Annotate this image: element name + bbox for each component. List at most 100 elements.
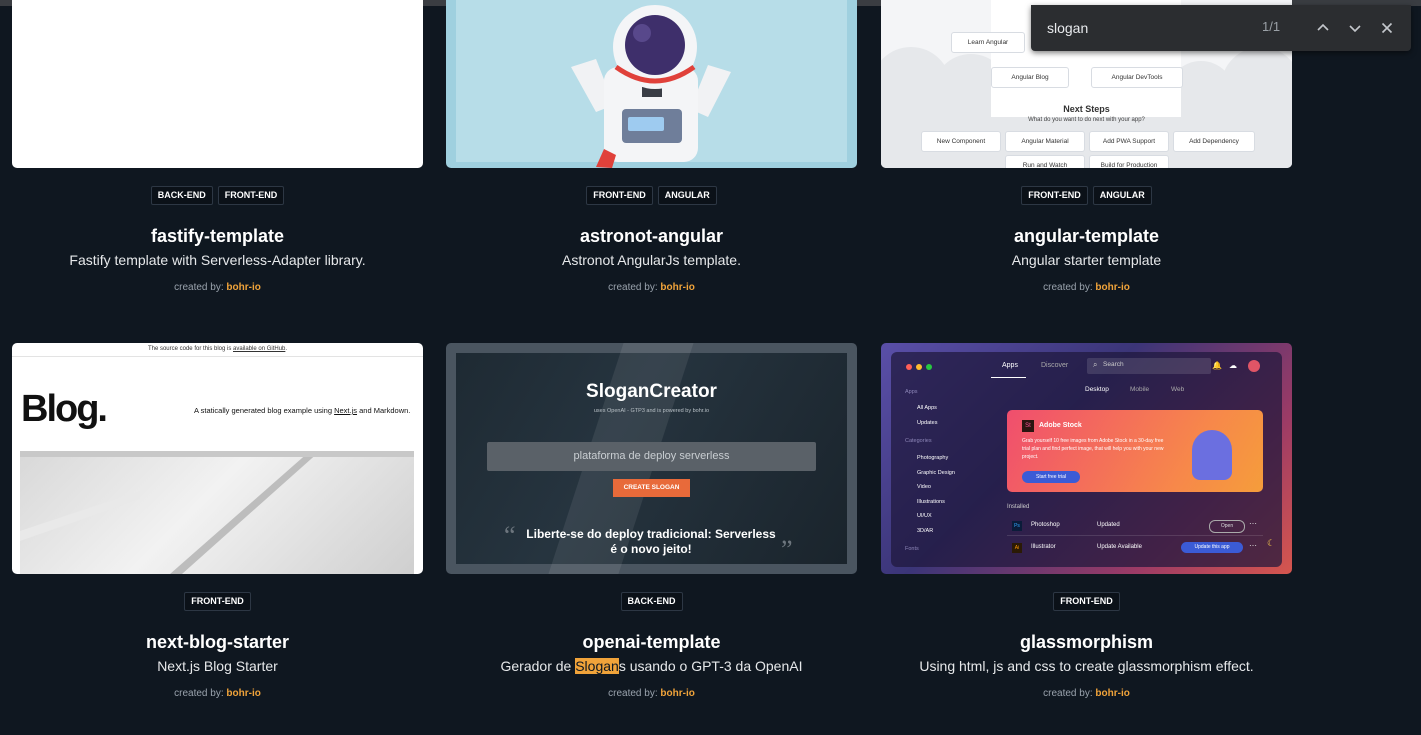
sidebar-item-uiux[interactable]: UI/UX (917, 513, 932, 519)
tag-list: FRONT-END ANGULAR (881, 186, 1292, 205)
tag-list: FRONT-END (881, 592, 1292, 611)
card-thumbnail[interactable] (12, 0, 423, 168)
installed-row-illustrator: Ai Illustrator Update Available Update t… (1007, 540, 1263, 557)
open-button[interactable]: Open (1209, 520, 1245, 533)
create-slogan-button[interactable]: CREATE SLOGAN (613, 479, 690, 497)
created-by-label: created by: (174, 282, 224, 293)
action-run-watch[interactable]: Run and Watch (1005, 155, 1085, 168)
slogan-creator-subheading: uses OpenAI - GTP3 and is powered by boh… (593, 408, 710, 414)
close-find-button[interactable] (1375, 16, 1399, 40)
chevron-up-icon (1317, 23, 1329, 31)
more-icon[interactable]: ⋯ (1249, 541, 1257, 550)
tag-list: FRONT-END ANGULAR (446, 186, 857, 205)
avatar[interactable] (1248, 360, 1260, 372)
tab-apps-underline (991, 377, 1026, 378)
sidebar-item-illustrations[interactable]: Illustrations (917, 499, 945, 505)
link-angular-devtools[interactable]: Angular DevTools (1091, 67, 1183, 88)
sidebar-item-graphic-design[interactable]: Graphic Design (917, 470, 955, 476)
link-learn-angular[interactable]: Learn Angular (951, 32, 1025, 53)
tag-frontend[interactable]: FRONT-END (184, 592, 251, 611)
card-description: Using html, js and css to create glassmo… (919, 658, 1254, 674)
card-description: Gerador de Slogans usando o GPT-3 da Ope… (446, 658, 857, 674)
author-link[interactable]: bohr-io (660, 688, 694, 699)
subtab-mobile[interactable]: Mobile (1130, 386, 1149, 393)
card-author: created by: bohr-io (881, 688, 1292, 699)
sidebar-item-video[interactable]: Video (917, 484, 931, 490)
tab-apps[interactable]: Apps (1002, 362, 1018, 369)
banner-title: Adobe Stock (1039, 422, 1082, 429)
card-thumbnail[interactable]: SloganCreator uses OpenAI - GTP3 and is … (446, 343, 857, 574)
author-link[interactable]: bohr-io (1095, 282, 1129, 293)
close-icon (1381, 22, 1393, 34)
sidebar-item-updates[interactable]: Updates (917, 420, 938, 426)
link-angular-blog[interactable]: Angular Blog (991, 67, 1069, 88)
tag-frontend[interactable]: FRONT-END (1053, 592, 1120, 611)
sidebar-item-photography[interactable]: Photography (917, 455, 948, 461)
close-quote: ” (781, 535, 793, 564)
banner-text: Grab yourself 10 free images from Adobe … (1022, 438, 1164, 460)
photoshop-icon: Ps (1012, 521, 1022, 531)
more-icon[interactable]: ⋯ (1249, 519, 1257, 528)
action-add-dependency[interactable]: Add Dependency (1173, 131, 1255, 152)
author-link[interactable]: bohr-io (1095, 688, 1129, 699)
update-app-button[interactable]: Update this app (1181, 542, 1243, 553)
card-title[interactable]: next-blog-starter (12, 632, 423, 653)
notice-divider (12, 356, 423, 357)
tab-discover[interactable]: Discover (1041, 362, 1068, 369)
tag-backend[interactable]: BACK-END (150, 186, 213, 205)
card-author: created by: bohr-io (12, 688, 423, 699)
find-highlight: Slogan (575, 658, 619, 674)
slogan-input[interactable]: plataforma de deploy serverless (487, 442, 816, 471)
sidebar-heading-apps: Apps (905, 389, 918, 395)
bell-icon[interactable]: 🔔 (1212, 361, 1222, 370)
tag-frontend[interactable]: FRONT-END (217, 186, 285, 205)
card-title[interactable]: angular-template (881, 226, 1292, 247)
find-match-count: 1/1 (1262, 19, 1281, 34)
card-thumbnail[interactable] (446, 0, 857, 168)
subtab-web[interactable]: Web (1171, 386, 1184, 393)
card-thumbnail[interactable]: Apps Discover ⌕ Search 🔔 ☁ Desktop Mobil… (881, 343, 1292, 574)
card-title[interactable]: glassmorphism (881, 632, 1292, 653)
tag-frontend[interactable]: FRONT-END (1021, 186, 1088, 205)
author-link[interactable]: bohr-io (660, 282, 694, 293)
sidebar-item-all-apps[interactable]: All Apps (917, 405, 937, 411)
card-description: Next.js Blog Starter (157, 658, 278, 674)
next-match-button[interactable] (1343, 16, 1367, 40)
card-description: Angular starter template (1011, 252, 1162, 268)
card-thumbnail[interactable]: The source code for this blog is availab… (12, 343, 423, 574)
find-input[interactable] (1045, 17, 1249, 39)
tag-angular[interactable]: ANGULAR (657, 186, 717, 205)
tag-angular[interactable]: ANGULAR (1092, 186, 1152, 205)
github-link[interactable]: available on GitHub (233, 346, 285, 352)
author-link[interactable]: bohr-io (226, 688, 260, 699)
sidebar-heading-categories: Categories (905, 438, 932, 444)
action-new-component[interactable]: New Component (921, 131, 1001, 152)
start-trial-button[interactable]: Start free trial (1022, 471, 1080, 483)
adobe-stock-banner: St Adobe Stock Grab yourself 10 free ima… (1007, 410, 1263, 492)
action-pwa-support[interactable]: Add PWA Support (1089, 131, 1169, 152)
action-angular-material[interactable]: Angular Material (1005, 131, 1085, 152)
source-notice: The source code for this blog is availab… (147, 346, 288, 352)
search-box[interactable]: ⌕ Search (1087, 358, 1211, 374)
next-steps-subheading: What do you want to do next with your ap… (1028, 117, 1145, 123)
window-dot-yellow (916, 364, 922, 370)
subtab-desktop[interactable]: Desktop (1085, 386, 1109, 393)
card-title[interactable]: fastify-template (12, 226, 423, 247)
open-quote: “ (504, 521, 516, 550)
author-link[interactable]: bohr-io (226, 282, 260, 293)
search-placeholder: Search (1103, 361, 1124, 368)
tag-backend[interactable]: BACK-END (620, 592, 683, 611)
tag-frontend[interactable]: FRONT-END (586, 186, 653, 205)
moon-icon[interactable]: ☾ (1267, 538, 1275, 549)
window-dot-green (926, 364, 932, 370)
sidebar-item-3dar[interactable]: 3D/AR (917, 528, 933, 534)
cloud-icon[interactable]: ☁ (1229, 361, 1237, 370)
card-title[interactable]: astronot-angular (446, 226, 857, 247)
nextjs-link[interactable]: Next.js (334, 406, 357, 415)
action-build-production[interactable]: Build for Production (1089, 155, 1169, 168)
created-by-label: created by: (608, 688, 658, 699)
cover-image (20, 451, 414, 574)
card-title[interactable]: openai-template (446, 632, 857, 653)
previous-match-button[interactable] (1311, 16, 1335, 40)
blog-heading: Blog. (21, 388, 108, 430)
